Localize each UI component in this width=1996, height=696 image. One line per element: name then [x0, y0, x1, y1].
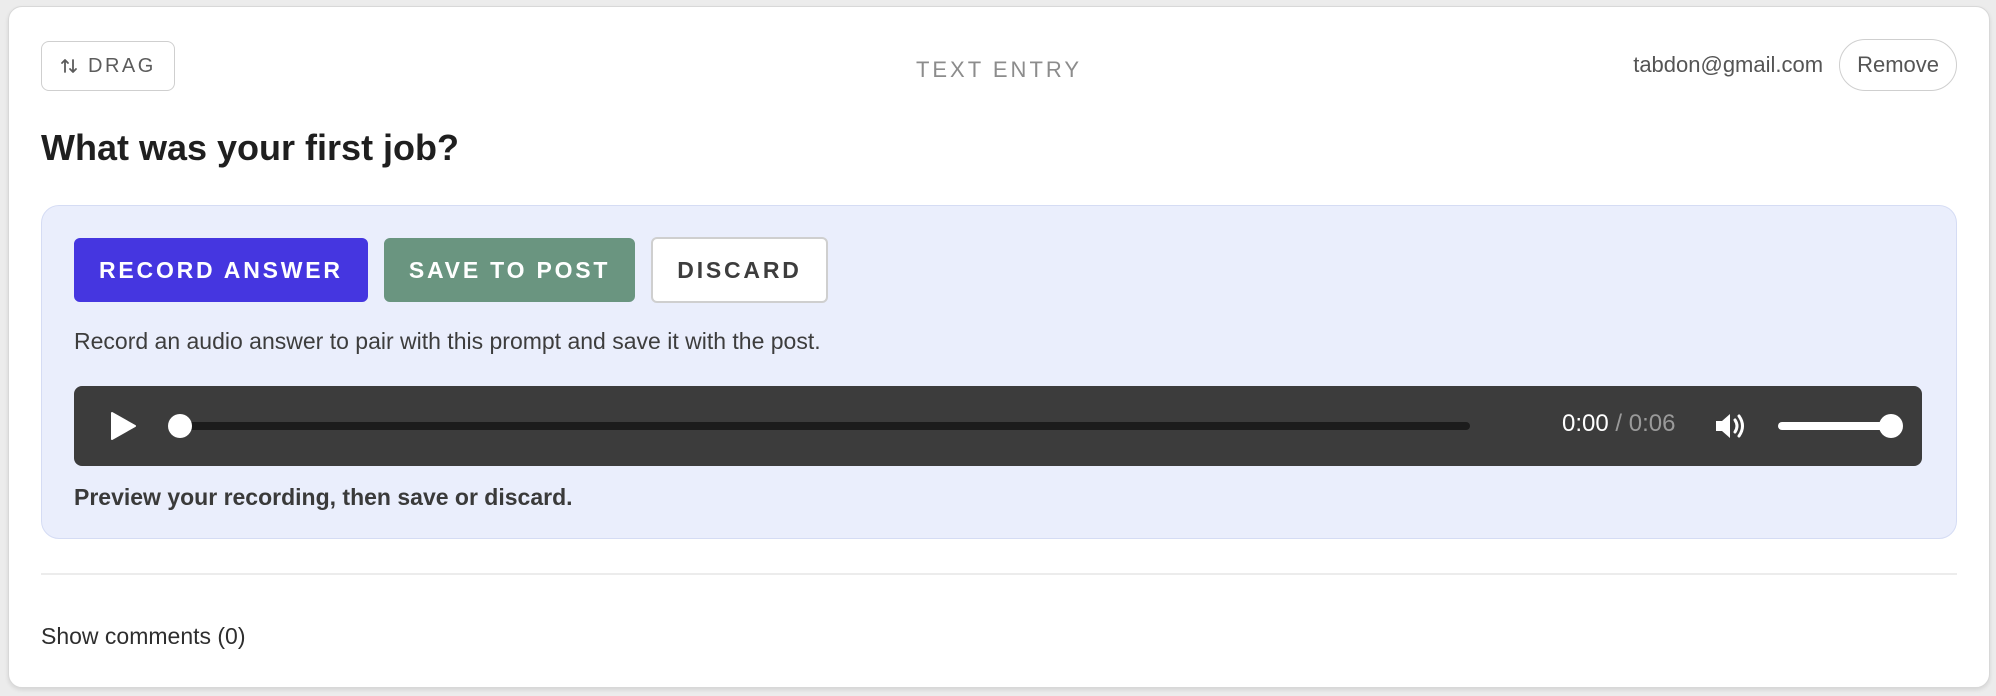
record-panel: RECORD ANSWER SAVE TO POST DISCARD Recor… — [41, 205, 1957, 539]
header-actions: tabdon@gmail.com Remove — [1633, 39, 1957, 91]
entry-card: DRAG TEXT ENTRY tabdon@gmail.com Remove … — [8, 6, 1990, 688]
show-comments-link[interactable]: Show comments (0) — [41, 623, 246, 650]
seek-bar[interactable] — [170, 422, 1470, 430]
divider — [41, 573, 1957, 575]
volume-icon[interactable] — [1714, 410, 1748, 442]
record-actions: RECORD ANSWER SAVE TO POST DISCARD — [74, 237, 828, 303]
current-time: 0:00 — [1562, 410, 1609, 437]
save-to-post-button[interactable]: SAVE TO POST — [383, 238, 636, 302]
seek-handle[interactable] — [168, 414, 192, 438]
discard-button[interactable]: DISCARD — [651, 237, 828, 303]
record-hint: Record an audio answer to pair with this… — [74, 328, 821, 354]
preview-note: Preview your recording, then save or dis… — [74, 484, 573, 510]
total-time: 0:06 — [1628, 410, 1676, 437]
audio-player: 0:00 / 0:06 — [74, 386, 1922, 466]
remove-button[interactable]: Remove — [1839, 39, 1957, 91]
time-separator: / — [1615, 410, 1623, 437]
volume-handle[interactable] — [1879, 414, 1903, 438]
question-title: What was your first job? — [41, 127, 460, 168]
time-display: 0:00 / 0:06 — [1562, 410, 1675, 438]
volume-slider[interactable] — [1778, 422, 1892, 430]
user-email: tabdon@gmail.com — [1633, 52, 1824, 77]
record-answer-button[interactable]: RECORD ANSWER — [74, 238, 368, 302]
play-icon[interactable] — [108, 410, 138, 442]
